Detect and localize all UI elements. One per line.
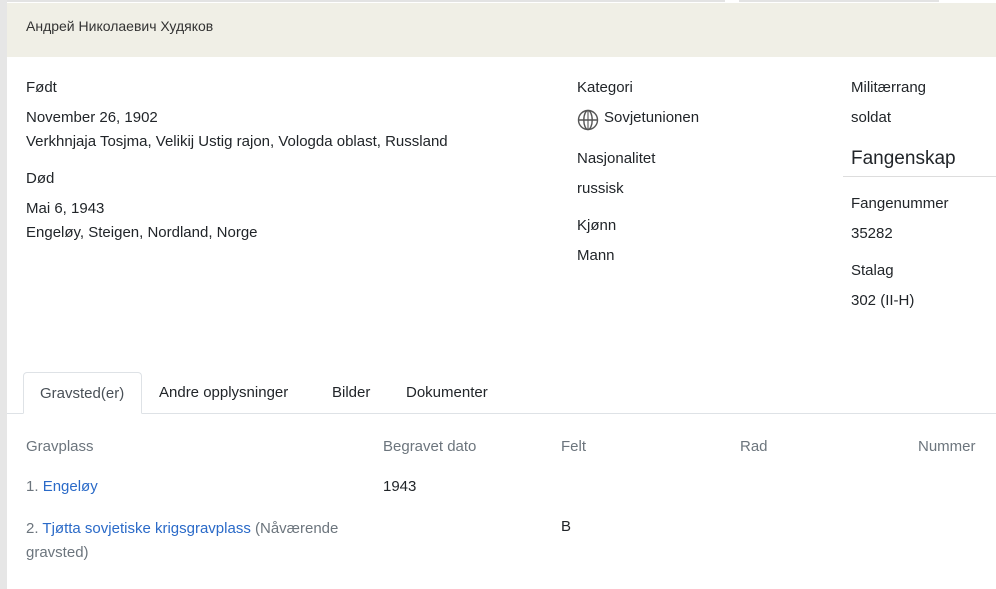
category-value: Sovjetunionen — [604, 109, 700, 126]
burial-date-cell: 1943 — [383, 478, 417, 495]
column-header-field: Felt — [561, 438, 587, 455]
cemetery-link[interactable]: Tjøtta sovjetiske krigsgravplass — [42, 520, 250, 537]
born-place: Verkhnjaja Tosjma, Velikij Ustig rajon, … — [26, 133, 448, 150]
gender-label: Kjønn — [577, 217, 617, 234]
military-rank-label: Militærrang — [851, 79, 927, 96]
tab-other-info[interactable]: Andre opplysninger — [143, 372, 304, 414]
captivity-divider — [843, 176, 996, 177]
current-grave-note-cont: gravsted) — [26, 544, 89, 561]
column-header-row: Rad — [740, 438, 768, 455]
column-header-number: Nummer — [918, 438, 976, 455]
gender-value: Mann — [577, 247, 615, 264]
stalag-label: Stalag — [851, 262, 894, 279]
died-date: Mai 6, 1943 — [26, 200, 105, 217]
cemetery-link[interactable]: Engeløy — [43, 478, 98, 495]
tab-graves[interactable]: Gravsted(er) — [23, 372, 142, 414]
died-label: Død — [26, 170, 55, 187]
person-header: Андрей Николаевич Худяков — [7, 3, 996, 57]
column-header-cemetery: Gravplass — [26, 438, 94, 455]
military-rank-value: soldat — [851, 109, 892, 126]
current-grave-note: (Nåværende — [255, 520, 339, 537]
table-row: 1. Engeløy — [26, 478, 98, 495]
prisoner-number-label: Fangenummer — [851, 195, 949, 212]
globe-icon — [577, 109, 599, 131]
column-header-burial-date: Begravet dato — [383, 438, 477, 455]
nationality-label: Nasjonalitet — [577, 150, 656, 167]
field-cell: B — [561, 518, 572, 535]
table-row: 2. Tjøtta sovjetiske krigsgravplass (Nåv… — [26, 517, 366, 565]
born-label: Født — [26, 79, 57, 96]
captivity-heading: Fangenskap — [851, 148, 956, 169]
person-name: Андрей Николаевич Худяков — [26, 18, 214, 34]
left-border — [0, 0, 7, 589]
prisoner-number-value: 35282 — [851, 225, 893, 242]
died-place: Engeløy, Steigen, Nordland, Norge — [26, 224, 258, 241]
tab-documents[interactable]: Dokumenter — [390, 372, 504, 414]
tab-images[interactable]: Bilder — [316, 372, 386, 414]
nationality-value: russisk — [577, 180, 624, 197]
category-label: Kategori — [577, 79, 633, 96]
born-date: November 26, 1902 — [26, 109, 158, 126]
row-index: 2. — [26, 520, 39, 537]
stalag-value: 302 (II-H) — [851, 292, 915, 309]
row-index: 1. — [26, 478, 39, 495]
